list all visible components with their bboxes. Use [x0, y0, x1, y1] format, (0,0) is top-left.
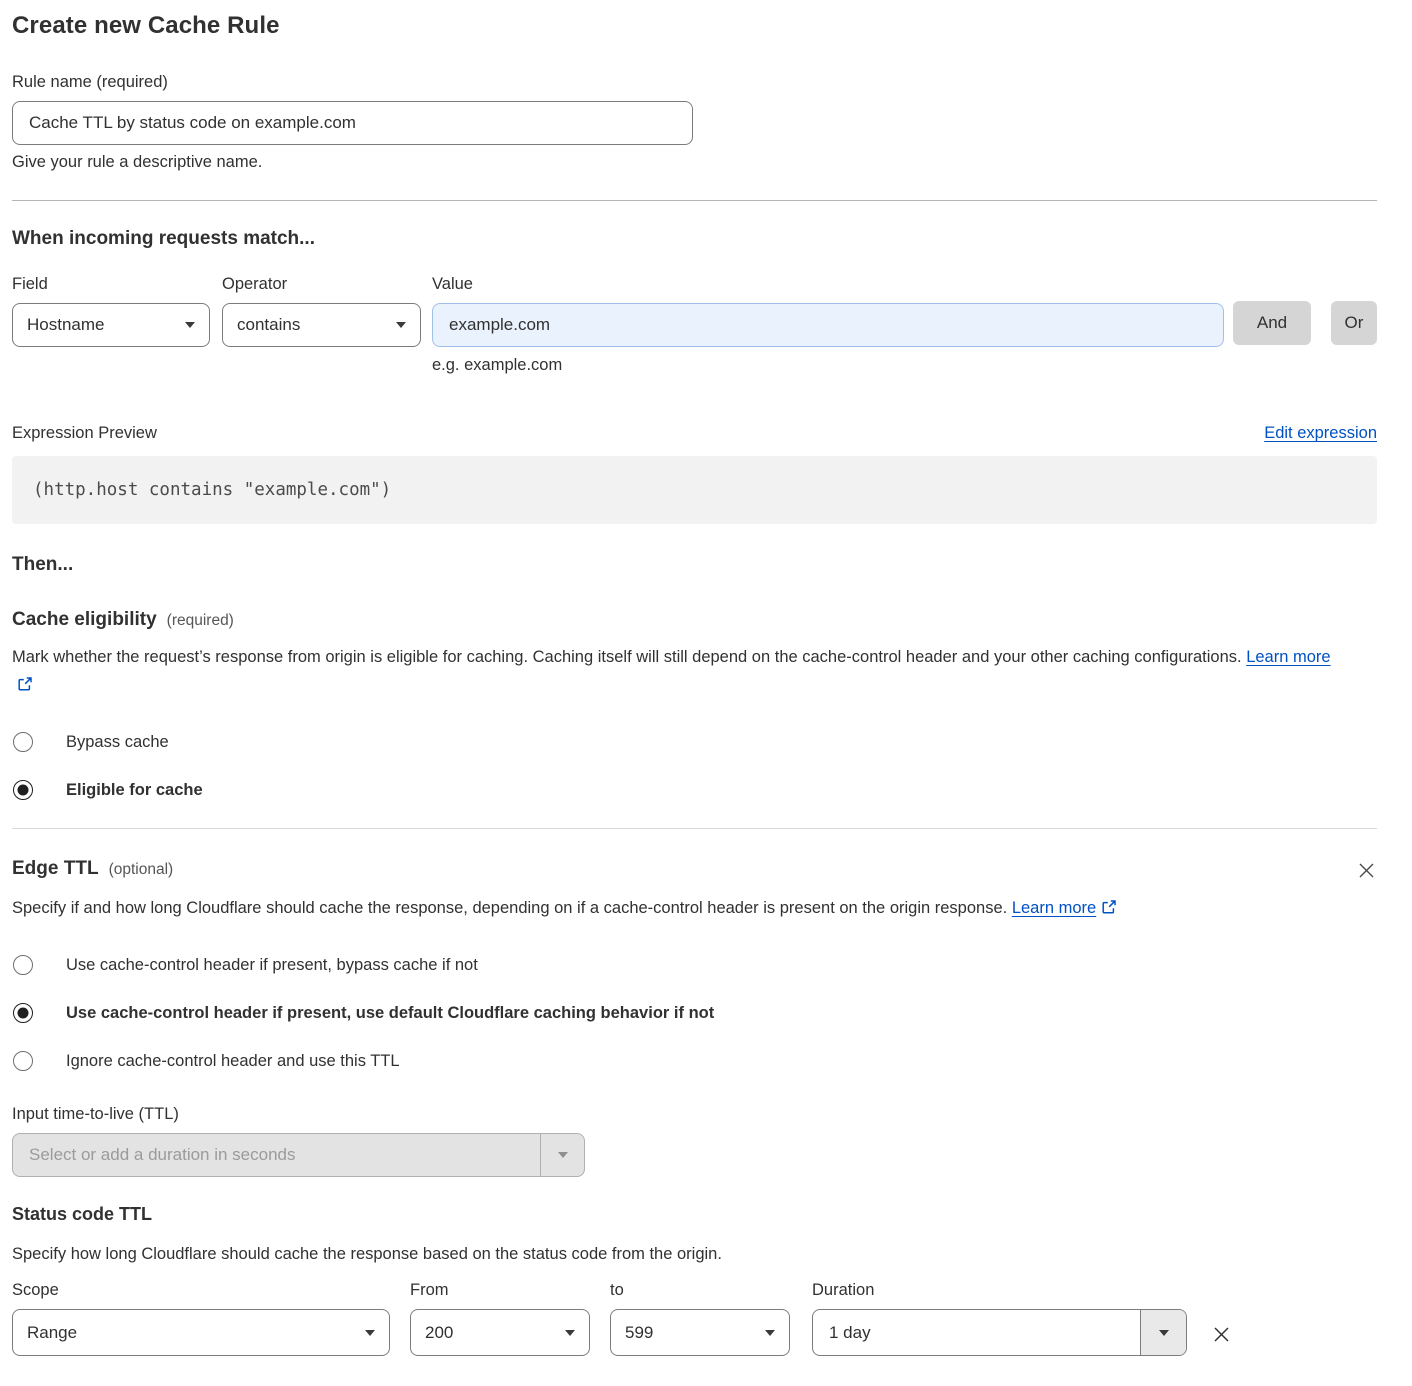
radio-option-label: Use cache-control header if present, byp…	[66, 956, 478, 975]
triangle-glyph	[1159, 1330, 1169, 1336]
radio-option-label: Eligible for cache	[66, 781, 203, 800]
radio-icon[interactable]	[13, 1051, 33, 1071]
cache-eligibility-description-text: Mark whether the request’s response from…	[12, 648, 1246, 666]
chevron-down-icon	[765, 1330, 775, 1336]
radio-option-ignore-cc[interactable]: Ignore cache-control header and use this…	[12, 1051, 1377, 1071]
chevron-down-icon[interactable]	[540, 1134, 584, 1176]
value-help: e.g. example.com	[432, 356, 1224, 375]
from-select[interactable]: 200	[410, 1309, 590, 1356]
radio-option-bypass-cache[interactable]: Bypass cache	[12, 732, 1377, 752]
and-button[interactable]: And	[1233, 301, 1311, 345]
radio-icon-selected[interactable]	[13, 780, 33, 800]
learn-more-link[interactable]: Learn more	[1012, 899, 1096, 917]
or-button[interactable]: Or	[1331, 301, 1377, 345]
chevron-down-icon[interactable]	[1140, 1310, 1186, 1355]
from-label: From	[410, 1281, 590, 1300]
edit-expression-link[interactable]: Edit expression	[1264, 424, 1377, 443]
section-divider	[12, 200, 1377, 201]
remove-status-code-rule-button[interactable]	[1210, 1323, 1233, 1349]
scope-select[interactable]: Range	[12, 1309, 390, 1356]
radio-icon-selected[interactable]	[13, 1003, 33, 1023]
match-heading: When incoming requests match...	[12, 228, 1377, 250]
close-icon	[1358, 867, 1375, 882]
radio-option-cc-bypass[interactable]: Use cache-control header if present, byp…	[12, 955, 1377, 975]
to-select[interactable]: 599	[610, 1309, 790, 1356]
radio-icon[interactable]	[13, 732, 33, 752]
operator-label: Operator	[222, 275, 421, 294]
required-note: (required)	[167, 612, 234, 630]
optional-note: (optional)	[109, 861, 174, 879]
operator-select-value: contains	[237, 315, 300, 335]
triangle-glyph	[558, 1152, 568, 1158]
scope-label: Scope	[12, 1281, 390, 1300]
duration-value: 1 day	[813, 1310, 1140, 1355]
value-input[interactable]	[432, 303, 1224, 347]
value-label: Value	[432, 275, 1224, 294]
status-code-ttl-heading: Status code TTL	[12, 1204, 1377, 1225]
match-condition-row: Field Hostname Operator contains Value e…	[12, 275, 1377, 375]
external-link-icon	[1101, 896, 1117, 924]
edge-ttl-description-text: Specify if and how long Cloudflare shoul…	[12, 899, 1012, 917]
chevron-down-icon	[565, 1330, 575, 1336]
radio-option-label: Use cache-control header if present, use…	[66, 1004, 714, 1023]
from-select-value: 200	[425, 1323, 453, 1343]
operator-select[interactable]: contains	[222, 303, 421, 347]
radio-option-label: Bypass cache	[66, 733, 169, 752]
status-code-ttl-row: Scope Range From 200 to 599 Duration 1 d…	[12, 1281, 1377, 1356]
to-label: to	[610, 1281, 790, 1300]
rule-name-input[interactable]	[12, 101, 693, 145]
rule-name-label: Rule name (required)	[12, 73, 1377, 92]
status-code-ttl-description: Specify how long Cloudflare should cache…	[12, 1240, 1347, 1268]
edge-ttl-description: Specify if and how long Cloudflare shoul…	[12, 894, 1347, 924]
edge-ttl-heading: Edge TTL	[12, 858, 99, 880]
field-select[interactable]: Hostname	[12, 303, 210, 347]
radio-option-cc-default[interactable]: Use cache-control header if present, use…	[12, 1003, 1377, 1023]
to-select-value: 599	[625, 1323, 653, 1343]
radio-option-label: Ignore cache-control header and use this…	[66, 1052, 400, 1071]
cache-eligibility-description: Mark whether the request’s response from…	[12, 643, 1347, 701]
ttl-select-placeholder: Select or add a duration in seconds	[13, 1134, 540, 1176]
ttl-duration-select[interactable]: Select or add a duration in seconds	[12, 1133, 585, 1177]
edge-ttl-close-button[interactable]	[1356, 860, 1377, 884]
learn-more-link[interactable]: Learn more	[1246, 648, 1330, 666]
radio-icon[interactable]	[13, 955, 33, 975]
expression-preview-code: (http.host contains "example.com")	[12, 456, 1377, 524]
duration-combobox[interactable]: 1 day	[812, 1309, 1187, 1356]
duration-label: Duration	[812, 1281, 1187, 1300]
close-icon	[1212, 1332, 1231, 1347]
scope-select-value: Range	[27, 1323, 77, 1343]
external-link-icon	[17, 673, 33, 701]
rule-name-help: Give your rule a descriptive name.	[12, 153, 1377, 172]
field-label: Field	[12, 275, 210, 294]
chevron-down-icon	[185, 322, 195, 328]
chevron-down-icon	[365, 1330, 375, 1336]
chevron-down-icon	[396, 322, 406, 328]
cache-eligibility-heading: Cache eligibility	[12, 609, 157, 631]
radio-option-eligible-for-cache[interactable]: Eligible for cache	[12, 780, 1377, 800]
section-divider	[12, 828, 1377, 829]
page-title: Create new Cache Rule	[12, 12, 1377, 40]
then-heading: Then...	[12, 554, 1377, 576]
field-select-value: Hostname	[27, 315, 104, 335]
expression-preview-label: Expression Preview	[12, 424, 157, 443]
ttl-input-label: Input time-to-live (TTL)	[12, 1105, 1377, 1124]
